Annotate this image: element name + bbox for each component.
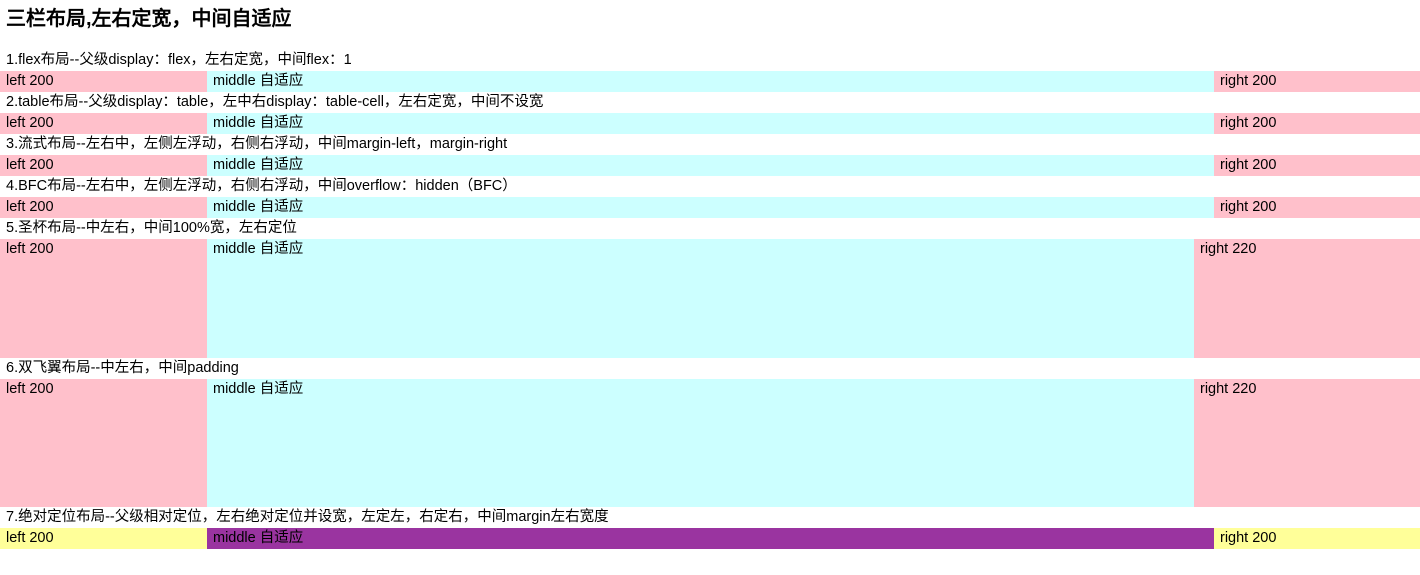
layout-description-2: 2.table布局--父级display：table，左中右display：ta…: [6, 94, 544, 110]
layout-demo-float: left 200 middle 自适应 right 200: [0, 155, 1420, 176]
middle-column: middle 自适应: [207, 71, 1214, 92]
layout-demo-absolute: left 200 middle 自适应 right 200: [0, 528, 1420, 549]
layout-demo-double-wing: left 200 middle 自适应 right 220: [0, 379, 1420, 507]
title-spacer: [0, 32, 1420, 50]
layout-description-5: 5.圣杯布局--中左右，中间100%宽，左右定位: [6, 220, 297, 236]
right-column: right 200: [1214, 71, 1420, 92]
layout-description-7: 7.绝对定位布局--父级相对定位，左右绝对定位并设宽，左定左，右定右，中间mar…: [6, 509, 609, 525]
layout-description-6: 6.双飞翼布局--中左右，中间padding: [6, 360, 239, 376]
middle-column: middle 自适应: [207, 155, 1214, 176]
left-column: left 200: [0, 71, 207, 92]
page-title: 三栏布局,左右定宽，中间自适应: [6, 8, 292, 30]
layout-demo-table: left 200 middle 自适应 right 200: [0, 113, 1420, 134]
left-column: left 200: [0, 113, 207, 134]
right-column: right 220: [1194, 239, 1420, 358]
left-column: left 200: [0, 379, 207, 507]
layout-description-1: 1.flex布局--父级display：flex，左右定宽，中间flex：1: [6, 52, 352, 68]
middle-column: middle 自适应: [207, 528, 1214, 549]
middle-column: middle 自适应: [207, 113, 1214, 134]
right-column: right 200: [1214, 197, 1420, 218]
layout-demo-flex: left 200 middle 自适应 right 200: [0, 71, 1420, 92]
middle-column: middle 自适应: [207, 379, 1194, 507]
middle-column: middle 自适应: [207, 197, 1214, 218]
right-column: right 200: [1214, 155, 1420, 176]
right-column: right 200: [1214, 528, 1420, 549]
left-column: left 200: [0, 239, 207, 358]
layout-demo-holy-grail: left 200 middle 自适应 right 220: [0, 239, 1420, 358]
left-column: left 200: [0, 155, 207, 176]
layout-description-3: 3.流式布局--左右中，左侧左浮动，右侧右浮动，中间margin-left，ma…: [6, 136, 508, 152]
right-column: right 220: [1194, 379, 1420, 507]
layout-description-4: 4.BFC布局--左右中，左侧左浮动，右侧右浮动，中间overflow：hidd…: [6, 178, 517, 194]
middle-column: middle 自适应: [207, 239, 1194, 358]
page-root: 三栏布局,左右定宽，中间自适应 1.flex布局--父级display：flex…: [0, 0, 1420, 575]
layout-demo-bfc: left 200 middle 自适应 right 200: [0, 197, 1420, 218]
right-column: right 200: [1214, 113, 1420, 134]
left-column: left 200: [0, 528, 207, 549]
left-column: left 200: [0, 197, 207, 218]
